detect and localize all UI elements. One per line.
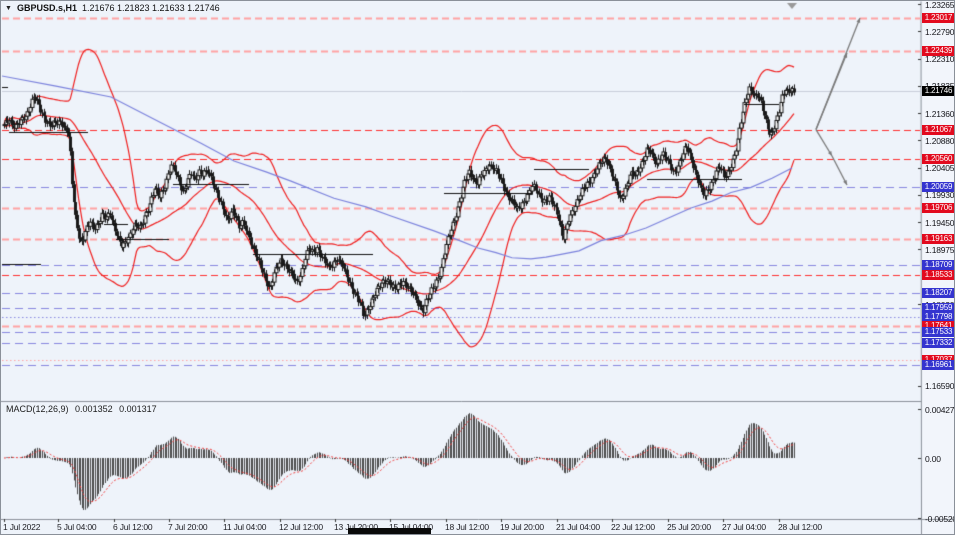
macd-signal-value: 0.001317 — [119, 404, 157, 414]
macd-value: 0.001352 — [75, 404, 113, 414]
price-chart-canvas[interactable] — [1, 1, 955, 535]
symbol-period-label: GBPUSD.s,H1 — [17, 3, 77, 13]
trading-chart-window: ▼ GBPUSD.s,H1 1.21676 1.21823 1.21633 1.… — [0, 0, 955, 535]
symbol-dropdown-icon[interactable]: ▼ — [5, 4, 12, 13]
ohlc-readout: 1.21676 1.21823 1.21633 1.21746 — [82, 3, 220, 13]
chart-title: ▼ GBPUSD.s,H1 1.21676 1.21823 1.21633 1.… — [5, 3, 220, 13]
macd-name: MACD(12,26,9) — [6, 404, 69, 414]
macd-indicator-label: MACD(12,26,9) 0.001352 0.001317 — [6, 404, 161, 414]
horizontal-scrollbar-thumb[interactable] — [348, 528, 431, 534]
